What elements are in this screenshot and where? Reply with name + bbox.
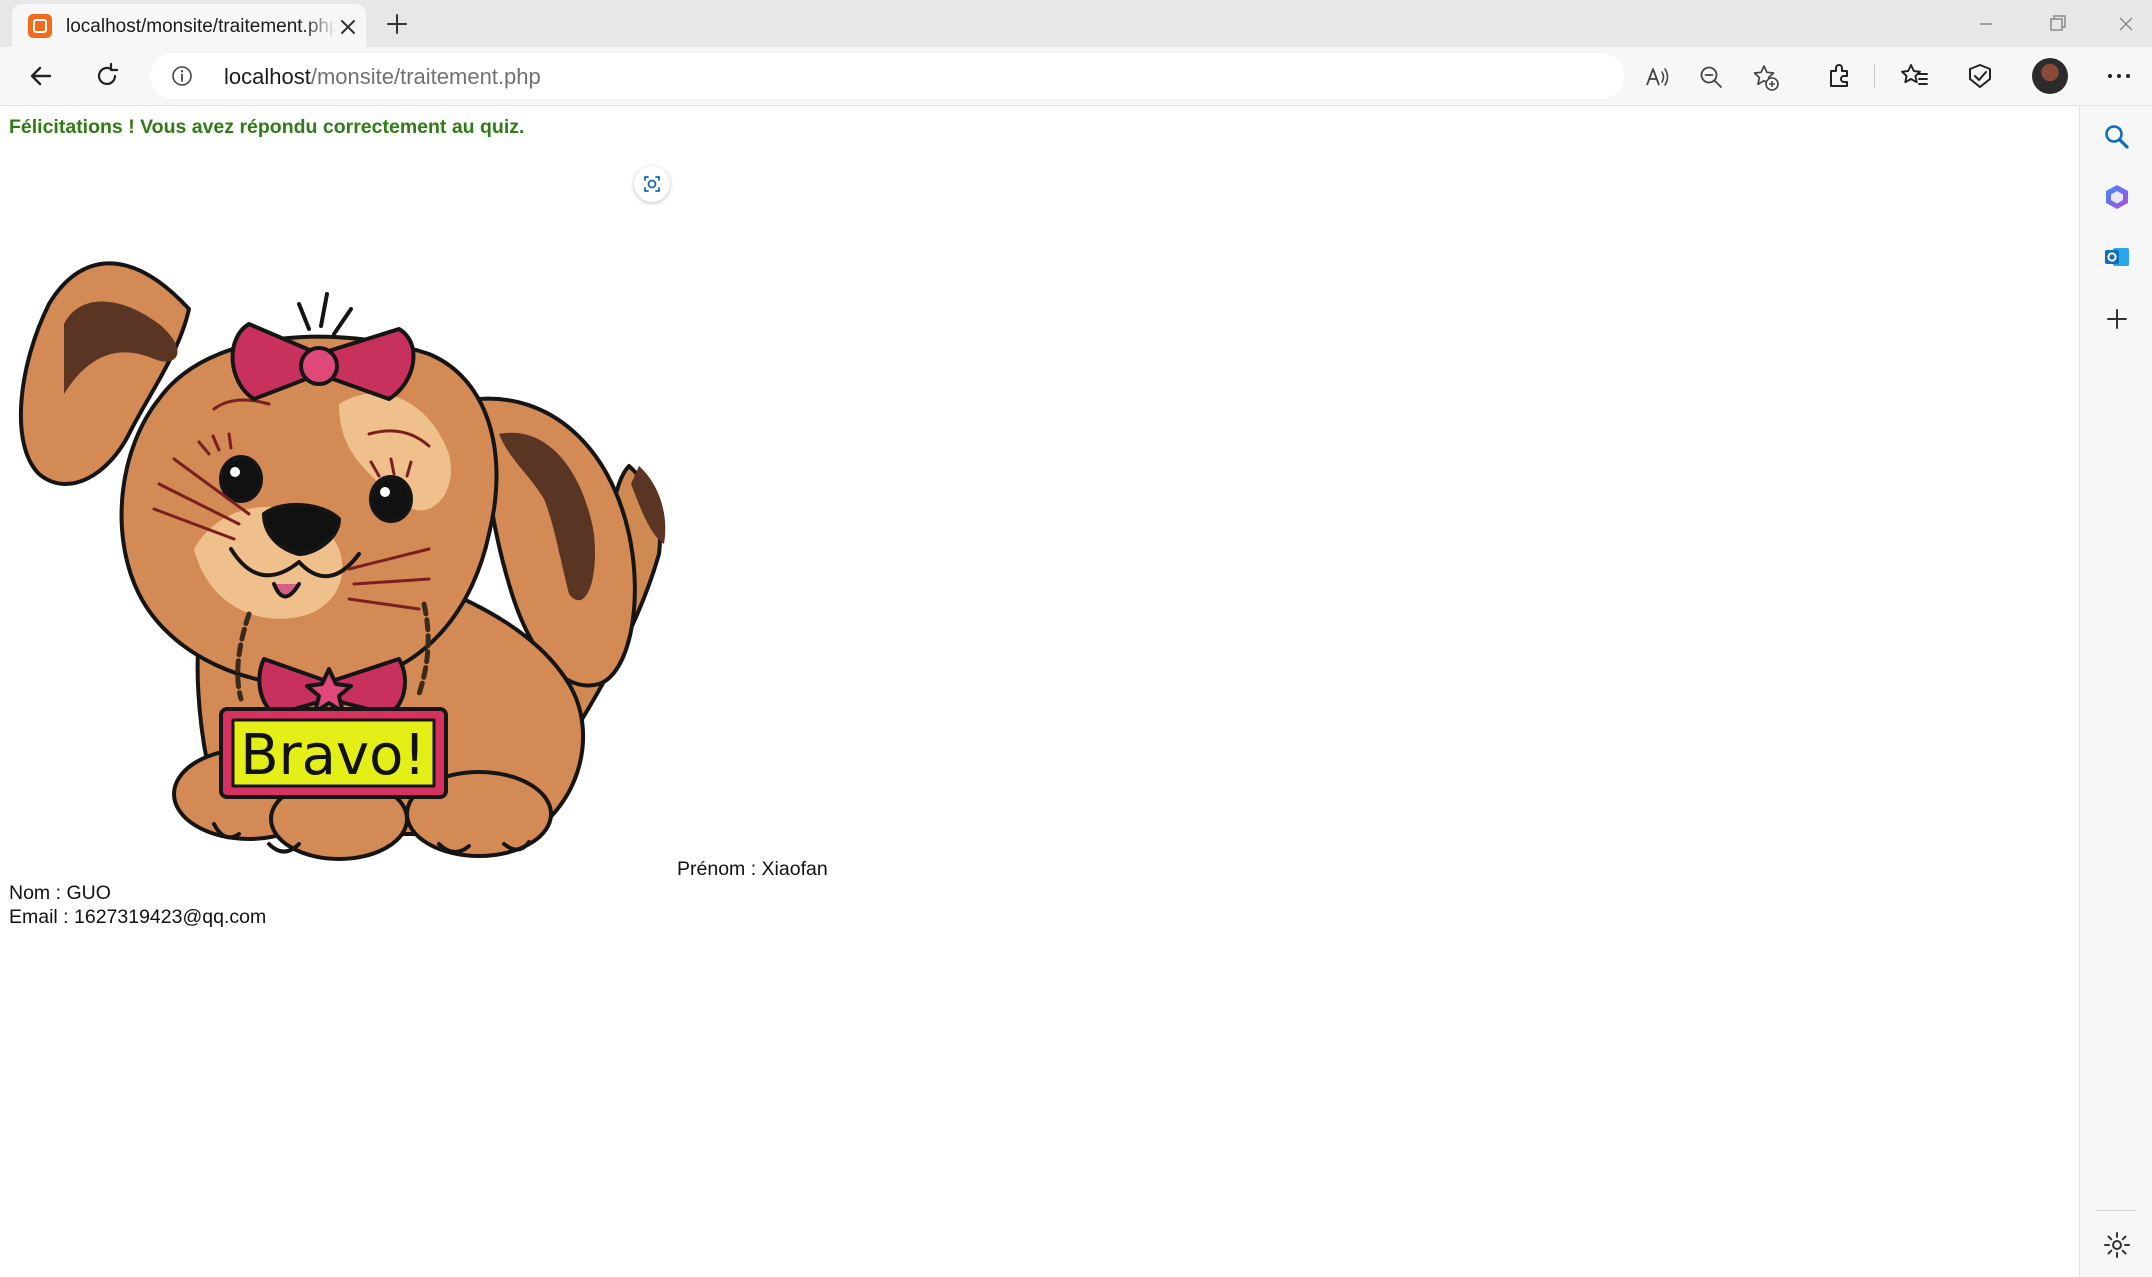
visual-search-button[interactable] [634, 166, 670, 202]
email-line: Email : 1627319423@qq.com [9, 906, 266, 929]
copilot-icon[interactable] [2102, 182, 2132, 212]
arrow-left-icon[interactable] [24, 59, 58, 93]
email-value: 1627319423@qq.com [74, 906, 267, 928]
prenom-value: Xiaofan [761, 858, 828, 880]
copilot-icon[interactable] [1963, 59, 1997, 93]
reload-icon[interactable] [90, 59, 124, 93]
nom-label: Nom : [9, 882, 67, 904]
zoom-out-icon[interactable] [1696, 62, 1726, 92]
bravo-sign-text: Bravo! [240, 723, 426, 788]
bravo-dog-image: Bravo! [18, 261, 666, 861]
nom-value: GUO [66, 882, 111, 904]
tab-title: localhost/monsite/traitement.php [66, 16, 336, 37]
avatar[interactable] [2032, 58, 2068, 94]
minimize-button[interactable] [1966, 10, 2006, 38]
plus-icon[interactable] [2102, 304, 2132, 334]
info-icon[interactable] [170, 64, 194, 88]
close-icon[interactable] [336, 15, 360, 39]
read-aloud-icon[interactable] [1642, 62, 1672, 92]
toolbar-divider [1874, 64, 1875, 88]
browser-tab[interactable]: localhost/monsite/traitement.php [12, 4, 366, 47]
navigation-bar: localhost/monsite/traitement.php [0, 47, 2152, 106]
outlook-icon[interactable] [2102, 242, 2132, 272]
search-icon[interactable] [2102, 122, 2132, 152]
side-panel [2079, 106, 2152, 1277]
success-message: Félicitations ! Vous avez répondu correc… [9, 116, 525, 138]
page-content: Félicitations ! Vous avez répondu correc… [0, 106, 2079, 1277]
url-host: localhost [224, 64, 311, 89]
star-plus-icon[interactable] [1750, 62, 1780, 92]
favorites-icon[interactable] [1897, 59, 1931, 93]
more-icon[interactable] [2102, 59, 2136, 93]
xampp-icon [28, 14, 52, 38]
tab-bar: localhost/monsite/traitement.php [0, 0, 2152, 47]
email-label: Email : [9, 906, 75, 928]
visual-search-icon [644, 176, 660, 192]
prenom-label: Prénom : [677, 858, 762, 880]
prenom-line: Prénom : Xiaofan [677, 858, 828, 881]
address-bar[interactable]: localhost/monsite/traitement.php [150, 53, 1779, 99]
puzzle-icon[interactable] [1823, 59, 1857, 93]
side-panel-divider [2096, 1210, 2136, 1211]
gear-icon[interactable] [2102, 1230, 2132, 1260]
url-path: /monsite/traitement.php [310, 64, 541, 89]
window-close-button[interactable] [2106, 10, 2146, 38]
restore-button[interactable] [2036, 10, 2076, 38]
url-text[interactable]: localhost/monsite/traitement.php [224, 64, 541, 90]
new-tab-button[interactable] [382, 9, 412, 39]
nom-line: Nom : GUO [9, 882, 111, 905]
